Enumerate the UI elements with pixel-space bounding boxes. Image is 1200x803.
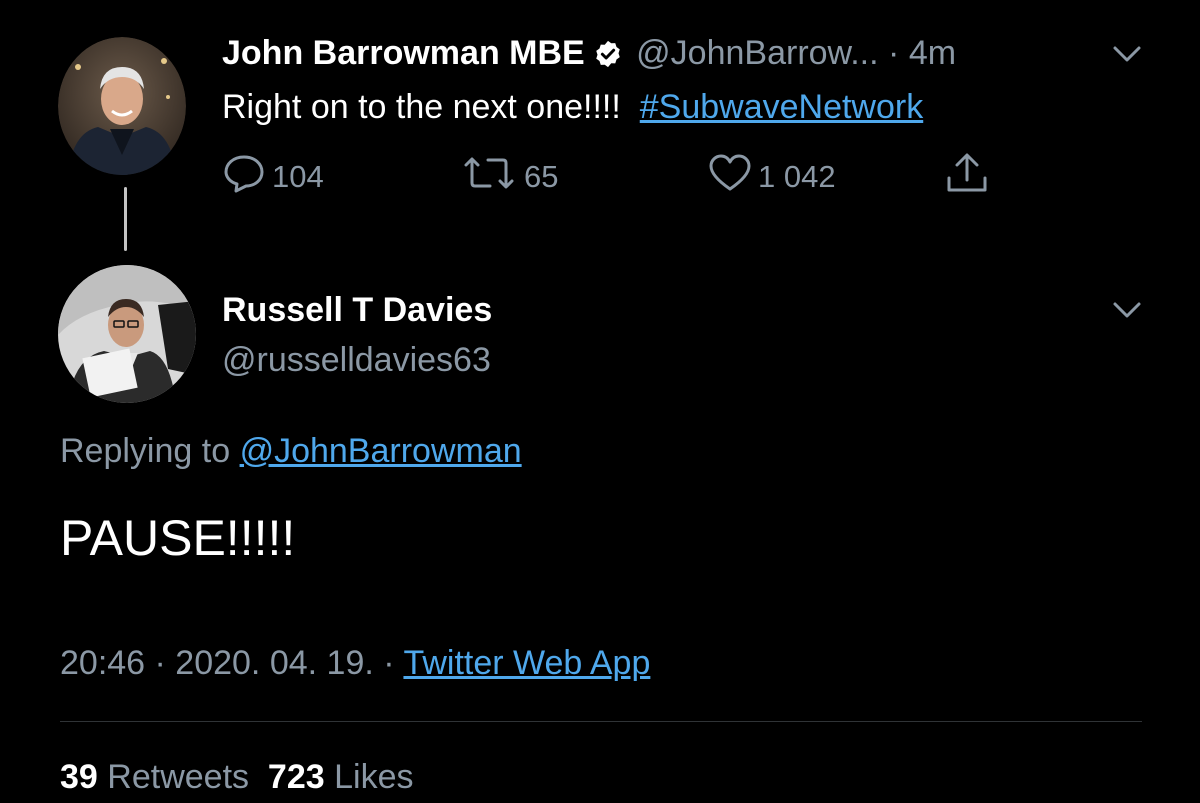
parent-timestamp[interactable]: 4m: [909, 34, 956, 72]
parent-tweet-body: Right on to the next one!!!!: [222, 88, 621, 126]
retweets-label: Retweets: [107, 758, 250, 796]
parent-tweet-header: John Barrowman MBE @JohnBarrow... · 4m: [222, 30, 956, 81]
reply-icon: [222, 153, 272, 201]
retweets-count: 39: [60, 758, 98, 796]
hashtag-link[interactable]: #SubwaveNetwork: [640, 88, 923, 126]
engagement-stats: 39 Retweets 723 Likes: [60, 754, 413, 800]
tweet-meta: 20:46 · 2020. 04. 19. · Twitter Web App: [60, 640, 650, 686]
meta-separator: ·: [383, 644, 395, 682]
heart-icon: [708, 153, 758, 201]
separator-dot: ·: [888, 34, 900, 72]
verified-badge-icon: [593, 35, 623, 81]
chevron-down-icon[interactable]: [1112, 44, 1142, 69]
chevron-down-icon[interactable]: [1112, 300, 1142, 325]
likes-stat[interactable]: 723 Likes: [268, 758, 414, 796]
parent-handle[interactable]: @JohnBarrow...: [636, 34, 878, 72]
main-avatar[interactable]: [58, 265, 196, 403]
retweet-icon: [460, 153, 524, 201]
replying-to-line: Replying to @JohnBarrowman: [60, 428, 522, 474]
parent-action-bar: 104 65 1 042: [222, 152, 1022, 202]
thread-connector: [124, 187, 127, 251]
parent-tweet-text: Right on to the next one!!!! #SubwaveNet…: [222, 84, 923, 130]
parent-avatar[interactable]: [58, 37, 186, 175]
divider: [60, 721, 1142, 722]
tweet-detail-view: John Barrowman MBE @JohnBarrow... · 4m R…: [0, 0, 1200, 803]
likes-label: Likes: [334, 758, 414, 796]
source-link[interactable]: Twitter Web App: [403, 644, 650, 682]
share-icon: [944, 150, 996, 204]
retweet-count: 65: [524, 159, 559, 194]
retweet-button[interactable]: 65: [460, 152, 558, 202]
tweet-timestamp[interactable]: 20:46 · 2020. 04. 19.: [60, 644, 374, 682]
retweets-stat[interactable]: 39 Retweets: [60, 758, 249, 796]
reply-button[interactable]: 104: [222, 152, 324, 202]
reply-count: 104: [272, 159, 324, 194]
replying-to-link[interactable]: @JohnBarrowman: [240, 432, 522, 470]
main-handle[interactable]: @russelldavies63: [222, 338, 491, 382]
like-count: 1 042: [758, 159, 836, 194]
replying-prefix: Replying to: [60, 432, 231, 470]
parent-author-name[interactable]: John Barrowman MBE: [222, 34, 585, 72]
main-author-name[interactable]: Russell T Davies: [222, 288, 492, 332]
main-tweet-text: PAUSE!!!!!: [60, 510, 296, 566]
like-button[interactable]: 1 042: [708, 152, 836, 202]
share-button[interactable]: [944, 152, 996, 202]
likes-count: 723: [267, 758, 325, 796]
